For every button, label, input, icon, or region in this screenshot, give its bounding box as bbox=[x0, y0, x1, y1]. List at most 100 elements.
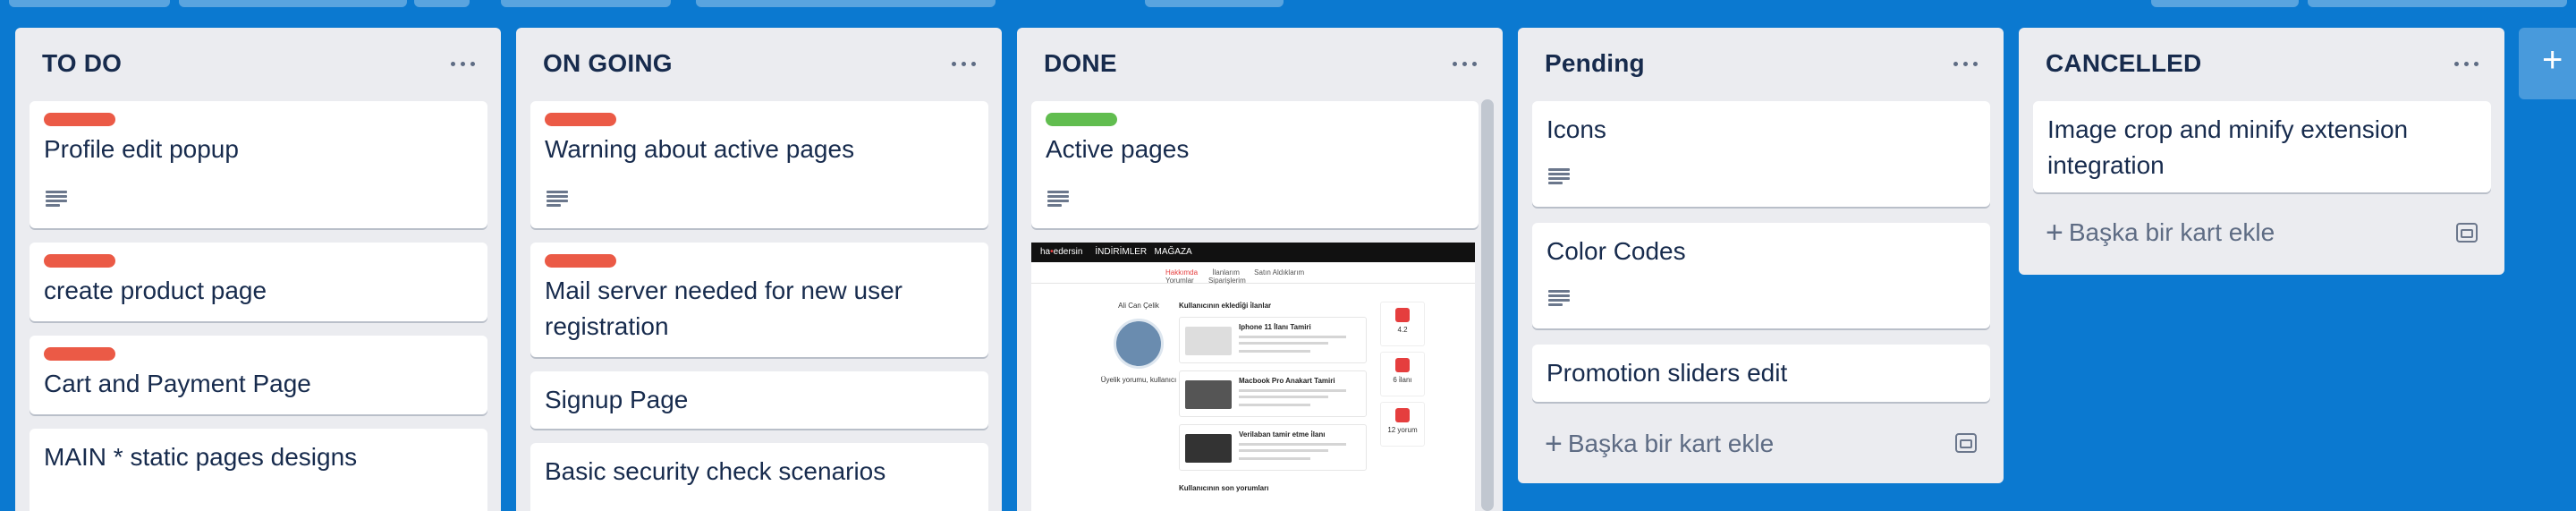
label-red bbox=[545, 113, 616, 126]
preview-item-image bbox=[1185, 434, 1232, 463]
card[interactable]: Color Codes bbox=[1532, 223, 1990, 328]
card[interactable]: Image crop and minify extension integrat… bbox=[2033, 101, 2491, 192]
card[interactable]: Warning about active pages bbox=[530, 101, 988, 228]
header-button[interactable] bbox=[1145, 0, 1284, 7]
preview-nav-item: İNDİRİMLER bbox=[1095, 247, 1148, 257]
attachment-preview[interactable]: ha•edersin İNDİRİMLER MAĞAZA Hakkımda İl… bbox=[1031, 243, 1475, 511]
more-icon[interactable] bbox=[952, 62, 977, 67]
list-title[interactable]: ON GOING bbox=[543, 49, 673, 78]
plus-icon: + bbox=[1545, 427, 1563, 461]
add-list-button[interactable]: + bbox=[2519, 28, 2576, 99]
list-cancelled: CANCELLED Image crop and minify extensio… bbox=[2019, 28, 2504, 275]
card-template-icon[interactable] bbox=[1955, 433, 1977, 453]
header-button[interactable] bbox=[179, 0, 407, 7]
more-icon[interactable] bbox=[451, 62, 476, 67]
list-ongoing: ON GOING Warning about active pages Mail… bbox=[516, 28, 1002, 511]
list-header: TO DO bbox=[15, 28, 501, 99]
more-icon[interactable] bbox=[2454, 62, 2479, 67]
preview-nav-item: MAĞAZA bbox=[1154, 247, 1192, 257]
label-red bbox=[44, 347, 115, 361]
label-red bbox=[545, 254, 616, 268]
preview-profile-meta: Üyelik yorumu, kullanıcı bbox=[1100, 376, 1177, 384]
preview-stat: 6 i̇lanı bbox=[1380, 352, 1425, 396]
preview-tab: Satın Aldıklarım bbox=[1254, 268, 1305, 277]
label-red bbox=[44, 254, 115, 268]
card-title: Mail server needed for new user registra… bbox=[545, 277, 902, 340]
preview-stat: 4.2 bbox=[1380, 302, 1425, 346]
preview-tab: Hakkımda bbox=[1165, 268, 1199, 277]
header-button[interactable] bbox=[2308, 0, 2567, 7]
label-red bbox=[44, 113, 115, 126]
list-title[interactable]: TO DO bbox=[42, 49, 122, 78]
card[interactable]: Signup Page bbox=[530, 371, 988, 429]
description-icon bbox=[1047, 191, 1069, 207]
card[interactable]: Basic security check scenarios bbox=[530, 443, 988, 511]
preview-feed-title: Kullanıcının ekledi̇ği i̇lanlar bbox=[1179, 302, 1272, 310]
preview-tab: Yorumlar bbox=[1165, 277, 1194, 285]
card-title: Icons bbox=[1546, 115, 1606, 143]
description-icon bbox=[1548, 168, 1570, 184]
card-title: Image crop and minify extension integrat… bbox=[2047, 115, 2409, 179]
board-canvas: TO DO Profile edit popup create product … bbox=[0, 28, 2576, 511]
add-card-button[interactable]: + Başka bir kart ekle bbox=[1545, 427, 1774, 462]
card[interactable]: create product page bbox=[30, 243, 487, 321]
card-title: Cart and Payment Page bbox=[44, 370, 311, 397]
preview-tab: İlanlarım bbox=[1212, 268, 1240, 277]
preview-profile-name: Ali Can Çelik bbox=[1118, 302, 1159, 310]
preview-feed-item: Macbook Pro Anakart Tamiri bbox=[1179, 370, 1367, 417]
list-header: CANCELLED bbox=[2019, 28, 2504, 99]
header-button[interactable] bbox=[696, 0, 996, 7]
header-button[interactable] bbox=[9, 0, 170, 7]
card[interactable]: Active pages bbox=[1031, 101, 1479, 228]
list-scrollbar[interactable] bbox=[1481, 99, 1494, 511]
preview-stat: 12 yorum bbox=[1380, 402, 1425, 447]
card[interactable]: Promotion sliders edit bbox=[1532, 345, 1990, 402]
card-title: MAIN * static pages designs bbox=[44, 443, 358, 471]
description-icon bbox=[1548, 290, 1570, 306]
card-template-icon[interactable] bbox=[2456, 223, 2478, 243]
card-title: Active pages bbox=[1046, 135, 1190, 163]
card-title: Basic security check scenarios bbox=[545, 457, 886, 485]
preview-feed: Kullanıcının ekledi̇ği i̇lanlar Iphone 1… bbox=[1179, 302, 1367, 471]
more-icon[interactable] bbox=[1953, 62, 1979, 67]
avatar bbox=[1114, 319, 1164, 369]
card-title: create product page bbox=[44, 277, 267, 304]
preview-stats: 4.2 6 i̇lanı 12 yorum bbox=[1380, 302, 1425, 452]
list-done: DONE Active pages ha•edersin İNDİRİMLER … bbox=[1017, 28, 1503, 511]
card-title: Warning about active pages bbox=[545, 135, 855, 163]
card-title: Signup Page bbox=[545, 386, 689, 413]
list-header: DONE bbox=[1017, 28, 1503, 99]
label-green bbox=[1046, 113, 1117, 126]
add-card-button[interactable]: + Başka bir kart ekle bbox=[2046, 216, 2275, 251]
list-pending: Pending Icons Color Codes Promotion slid… bbox=[1518, 28, 2004, 483]
description-icon bbox=[46, 191, 67, 207]
card[interactable]: MAIN * static pages designs bbox=[30, 429, 487, 511]
preview-feed-item: Iphone 11 İlanı Tamiri bbox=[1179, 317, 1367, 363]
card[interactable]: Icons bbox=[1532, 101, 1990, 207]
preview-item-image bbox=[1185, 380, 1232, 409]
preview-footer: Kullanıcının son yorumları bbox=[1179, 484, 1269, 492]
card-title: Promotion sliders edit bbox=[1546, 359, 1788, 387]
plus-icon: + bbox=[2046, 216, 2063, 250]
card[interactable]: Mail server needed for new user registra… bbox=[530, 243, 988, 357]
add-card-label: Başka bir kart ekle bbox=[1567, 430, 1775, 457]
board-header bbox=[0, 0, 2576, 7]
list-title[interactable]: DONE bbox=[1044, 49, 1117, 78]
preview-navbar: ha•edersin İNDİRİMLER MAĞAZA bbox=[1031, 243, 1475, 262]
list-title[interactable]: Pending bbox=[1545, 49, 1645, 78]
header-button[interactable] bbox=[2151, 0, 2299, 7]
card[interactable]: Cart and Payment Page bbox=[30, 336, 487, 414]
list-title[interactable]: CANCELLED bbox=[2046, 49, 2201, 78]
header-button[interactable] bbox=[414, 0, 470, 7]
add-card-label: Başka bir kart ekle bbox=[2068, 218, 2275, 246]
preview-item-image bbox=[1185, 327, 1232, 355]
card-title: Color Codes bbox=[1546, 237, 1686, 265]
preview-tab: Siparişlerim bbox=[1208, 277, 1246, 285]
header-button[interactable] bbox=[501, 0, 671, 7]
description-icon bbox=[547, 191, 568, 207]
card[interactable]: Profile edit popup bbox=[30, 101, 487, 228]
plus-icon: + bbox=[2542, 40, 2563, 80]
more-icon[interactable] bbox=[1453, 62, 1478, 67]
card-title: Profile edit popup bbox=[44, 135, 239, 163]
preview-tabs: Hakkımda İlanlarım Satın Aldıklarım Yoru… bbox=[1031, 262, 1475, 285]
